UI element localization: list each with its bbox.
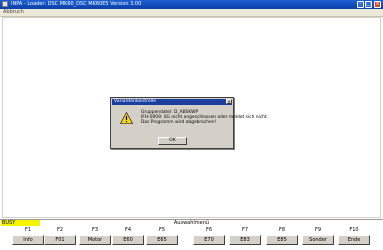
menu-bar: Abbruch: [0, 9, 383, 17]
title-bar: INPA - Loader: DSC MK60_DSC MK60E5 Versi…: [0, 0, 383, 9]
status-bar: BUSY Auswahlmenü: [0, 219, 383, 226]
dialog-close-button[interactable]: ×: [226, 99, 232, 104]
fkey-f7: F7 E83: [229, 226, 261, 250]
window-title: INPA - Loader: DSC MK60_DSC MK60E5 Versi…: [11, 1, 142, 7]
f01-button[interactable]: F01: [44, 235, 76, 245]
warning-icon: [120, 112, 133, 124]
e60-button[interactable]: E60: [112, 235, 144, 245]
info-button[interactable]: Info: [12, 235, 44, 245]
fkey-code: F10: [349, 227, 359, 233]
fkey-f8: F8 E85: [266, 226, 298, 250]
e70-button[interactable]: E70: [193, 235, 225, 245]
motor-button[interactable]: Motor: [79, 235, 111, 245]
fkey-f10: F10 Ende: [338, 226, 370, 250]
close-button[interactable]: ×: [374, 1, 381, 8]
sonder-button[interactable]: Sonder: [302, 235, 334, 245]
fkey-f9: F9 Sonder: [302, 226, 334, 250]
fkey-code: F7: [241, 227, 249, 233]
fkey-code: F1: [24, 227, 32, 233]
minimize-button[interactable]: –: [357, 1, 364, 8]
ende-button[interactable]: Ende: [338, 235, 370, 245]
e83-button[interactable]: E83: [229, 235, 261, 245]
fkey-f4: F4 E60: [112, 226, 144, 250]
fkey-f3: F3 Motor: [79, 226, 111, 250]
dialog-message: Gruppendatei: D_ABSKWP IFH-0009: SG nich…: [141, 110, 268, 126]
fkey-code: F3: [91, 227, 99, 233]
e85-button[interactable]: E85: [266, 235, 298, 245]
variant-dialog: Variantenkontrolle × Gruppendatei: D_ABS…: [110, 97, 268, 149]
fkey-code: F2: [56, 227, 64, 233]
dialog-line-3: Das Programm wird abgebrochen!: [141, 120, 217, 126]
fkey-code: F4: [124, 227, 132, 233]
fkey-code: F5: [158, 227, 166, 233]
app-icon: [2, 1, 8, 7]
fkey-f1: F1 Info: [12, 226, 44, 250]
fkey-f5: F5 E65: [146, 226, 178, 250]
menu-item-abbruch[interactable]: Abbruch: [3, 9, 24, 16]
fkey-code: F9: [314, 227, 322, 233]
e65-button[interactable]: E65: [146, 235, 178, 245]
fkey-f2: F2 F01: [44, 226, 76, 250]
ok-button[interactable]: OK: [158, 137, 187, 145]
maximize-button[interactable]: □: [365, 1, 372, 8]
fkey-code: F8: [278, 227, 286, 233]
fkey-f6: F6 E70: [193, 226, 225, 250]
fkey-code: F6: [205, 227, 213, 233]
dialog-title: Variantenkontrolle: [112, 99, 232, 105]
function-key-bar: F1 Info F2 F01 F3 Motor F4 E60 F5 E65 F6…: [0, 226, 383, 250]
